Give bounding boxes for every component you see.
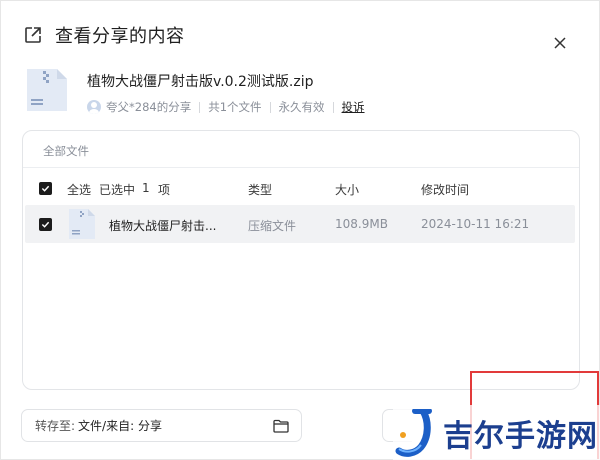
- watermark-logo-icon: [395, 409, 432, 457]
- divider: [269, 101, 271, 113]
- file-meta-row: 夸父*284的分享 共1个文件 永久有效 投诉: [87, 99, 365, 115]
- dialog-header: 查看分享的内容: [23, 23, 185, 47]
- table-row[interactable]: 植物大战僵尸射击... 压缩文件 108.9MB 2024-10-11 16:2…: [25, 205, 575, 243]
- divider: [199, 101, 201, 113]
- check-icon: [41, 185, 50, 192]
- select-all-checkbox[interactable]: [39, 182, 52, 195]
- save-label: 转存至:: [35, 419, 76, 433]
- zip-file-icon: [27, 69, 67, 111]
- select-all-label[interactable]: 全选: [67, 181, 91, 198]
- selected-count: 1: [142, 181, 150, 195]
- save-path: 文件/来自: 分享: [78, 419, 162, 433]
- save-destination-picker[interactable]: 转存至: 文件/来自: 分享: [21, 409, 302, 442]
- column-header-modified[interactable]: 修改时间: [421, 181, 469, 198]
- column-header-size[interactable]: 大小: [335, 181, 359, 198]
- external-share-icon: [25, 27, 41, 43]
- zip-file-icon: [69, 209, 95, 239]
- watermark-text: 吉尔手游网: [443, 419, 598, 454]
- close-icon[interactable]: [550, 33, 570, 53]
- selected-unit: 项: [158, 183, 171, 197]
- report-link[interactable]: 投诉: [342, 99, 365, 115]
- share-dialog: 查看分享的内容 植物大战僵尸射击版v.0.2测试版.zip 夸父*284的分享 …: [0, 0, 600, 460]
- validity-text: 永久有效: [278, 100, 325, 114]
- file-list-panel: 全部文件 全选 已选中 1 项 类型 大小 修改时间 植物大战僵尸射击... 压…: [22, 130, 580, 390]
- sharer-text: 夸父*284的分享: [106, 100, 192, 114]
- breadcrumb[interactable]: 全部文件: [43, 143, 89, 159]
- selected-label: 已选中: [99, 183, 136, 197]
- row-checkbox[interactable]: [39, 218, 52, 231]
- file-summary: 植物大战僵尸射击版v.0.2测试版.zip 夸父*284的分享 共1个文件 永久…: [23, 67, 365, 115]
- divider: [332, 101, 334, 113]
- check-icon: [41, 221, 50, 228]
- row-file-type: 压缩文件: [248, 219, 297, 233]
- file-count: 共1个文件: [208, 100, 262, 114]
- file-name: 植物大战僵尸射击版v.0.2测试版.zip: [87, 74, 314, 90]
- divider: [23, 167, 579, 168]
- row-modified-time: 2024-10-11 16:21: [421, 217, 530, 231]
- watermark: 吉尔手游网: [393, 405, 600, 460]
- column-header-type[interactable]: 类型: [248, 181, 272, 198]
- dialog-title: 查看分享的内容: [55, 26, 185, 47]
- row-file-size: 108.9MB: [335, 217, 388, 231]
- avatar: [87, 100, 101, 114]
- folder-icon[interactable]: [273, 419, 289, 433]
- row-file-name: 植物大战僵尸射击...: [109, 219, 217, 233]
